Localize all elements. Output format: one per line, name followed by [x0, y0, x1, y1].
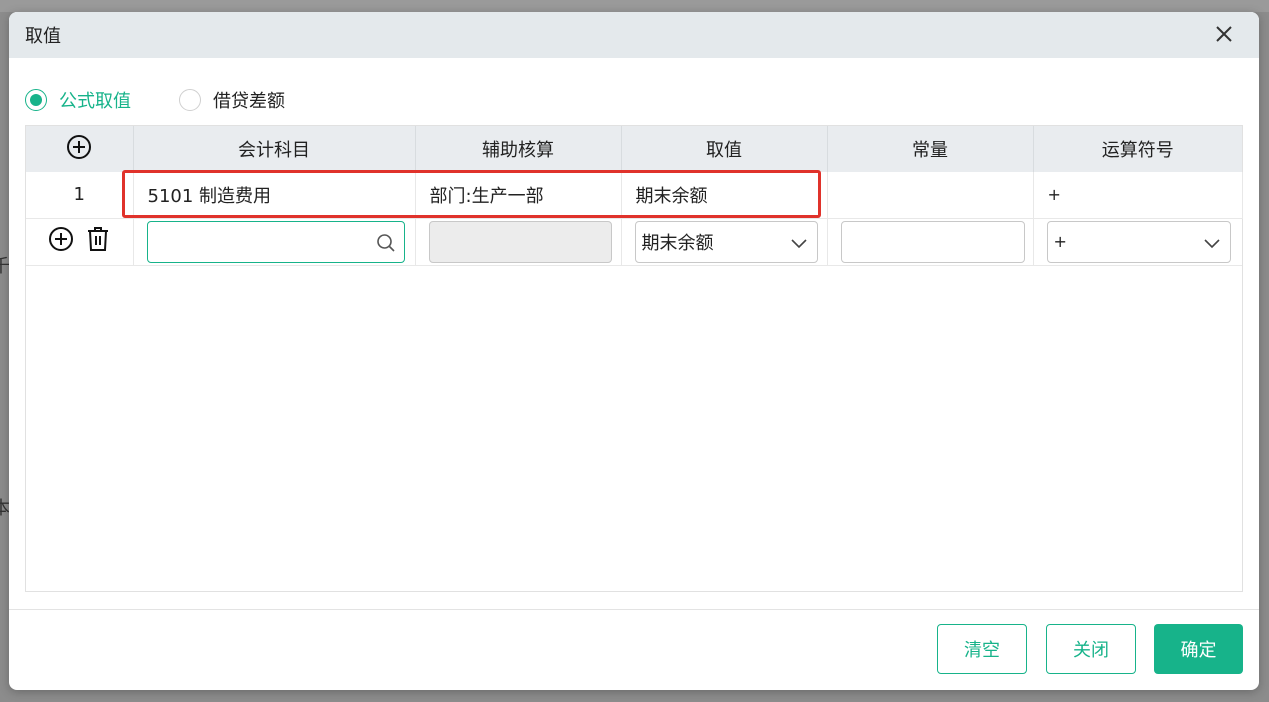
- radio-debit-credit-difference[interactable]: 借贷差额: [179, 87, 285, 113]
- clear-button[interactable]: 清空: [937, 624, 1027, 674]
- cell-constant[interactable]: [827, 172, 1034, 219]
- table-header-row: 会计科目 辅助核算 取值 常量 运算符号: [26, 126, 1242, 172]
- column-header-value: 取值: [621, 126, 828, 172]
- cell-auxiliary[interactable]: 部门:生产一部: [415, 172, 622, 219]
- close-icon[interactable]: [1213, 23, 1235, 45]
- value-select-text: 期末余额: [641, 232, 714, 254]
- radio-label: 借贷差额: [213, 91, 285, 112]
- edit-operator-cell: +: [1033, 218, 1242, 266]
- row-actions: [26, 218, 134, 266]
- constant-input[interactable]: [840, 220, 1025, 263]
- footer-divider: [9, 609, 1259, 610]
- radio-label: 公式取值: [59, 91, 131, 112]
- radio-checked-icon[interactable]: [25, 89, 47, 111]
- search-icon[interactable]: [376, 233, 396, 258]
- add-row-icon[interactable]: [48, 226, 74, 252]
- cell-account[interactable]: 5101 制造费用: [133, 172, 416, 219]
- chevron-down-icon: [1202, 233, 1222, 257]
- edit-constant-cell: [827, 218, 1034, 266]
- edit-value-cell: 期末余额: [621, 218, 828, 266]
- trash-icon[interactable]: [86, 226, 110, 252]
- table-edit-row: 期末余额 +: [26, 218, 1242, 266]
- cell-value[interactable]: 期末余额: [621, 172, 828, 219]
- value-dialog: 取值 公式取值 借贷差额 会计科目 辅助核算 取值 常量 运算符号 1 5101…: [9, 12, 1259, 690]
- plus-circle-icon[interactable]: [66, 134, 92, 160]
- radio-formula-value[interactable]: 公式取值: [25, 87, 131, 113]
- row-index: 1: [26, 172, 134, 219]
- chevron-down-icon: [789, 233, 809, 258]
- background-fragment: [0, 0, 1269, 12]
- radio-unchecked-icon[interactable]: [179, 89, 201, 111]
- account-search-input[interactable]: [146, 220, 405, 263]
- edit-account-cell: [133, 218, 416, 266]
- column-header-operator: 运算符号: [1033, 126, 1242, 172]
- dialog-title: 取值: [25, 26, 61, 47]
- column-header-auxiliary: 辅助核算: [415, 126, 622, 172]
- auxiliary-input: [428, 220, 612, 263]
- edit-auxiliary-cell: [415, 218, 622, 266]
- operator-select-text: +: [1053, 232, 1067, 251]
- mode-radio-group: 公式取值 借贷差额: [25, 88, 333, 112]
- column-header-account: 会计科目: [133, 126, 416, 172]
- dialog-header: 取值: [9, 12, 1259, 58]
- value-select[interactable]: 期末余额: [634, 220, 818, 263]
- operator-select[interactable]: +: [1046, 220, 1231, 263]
- column-header-constant: 常量: [827, 126, 1034, 172]
- table-row[interactable]: 1 5101 制造费用 部门:生产一部 期末余额 +: [26, 172, 1243, 219]
- close-button[interactable]: 关闭: [1046, 624, 1136, 674]
- formula-table: 会计科目 辅助核算 取值 常量 运算符号 1 5101 制造费用 部门:生产一部…: [25, 125, 1243, 592]
- cell-operator[interactable]: +: [1033, 172, 1243, 219]
- confirm-button[interactable]: 确定: [1154, 624, 1243, 674]
- header-add-cell: [26, 126, 134, 172]
